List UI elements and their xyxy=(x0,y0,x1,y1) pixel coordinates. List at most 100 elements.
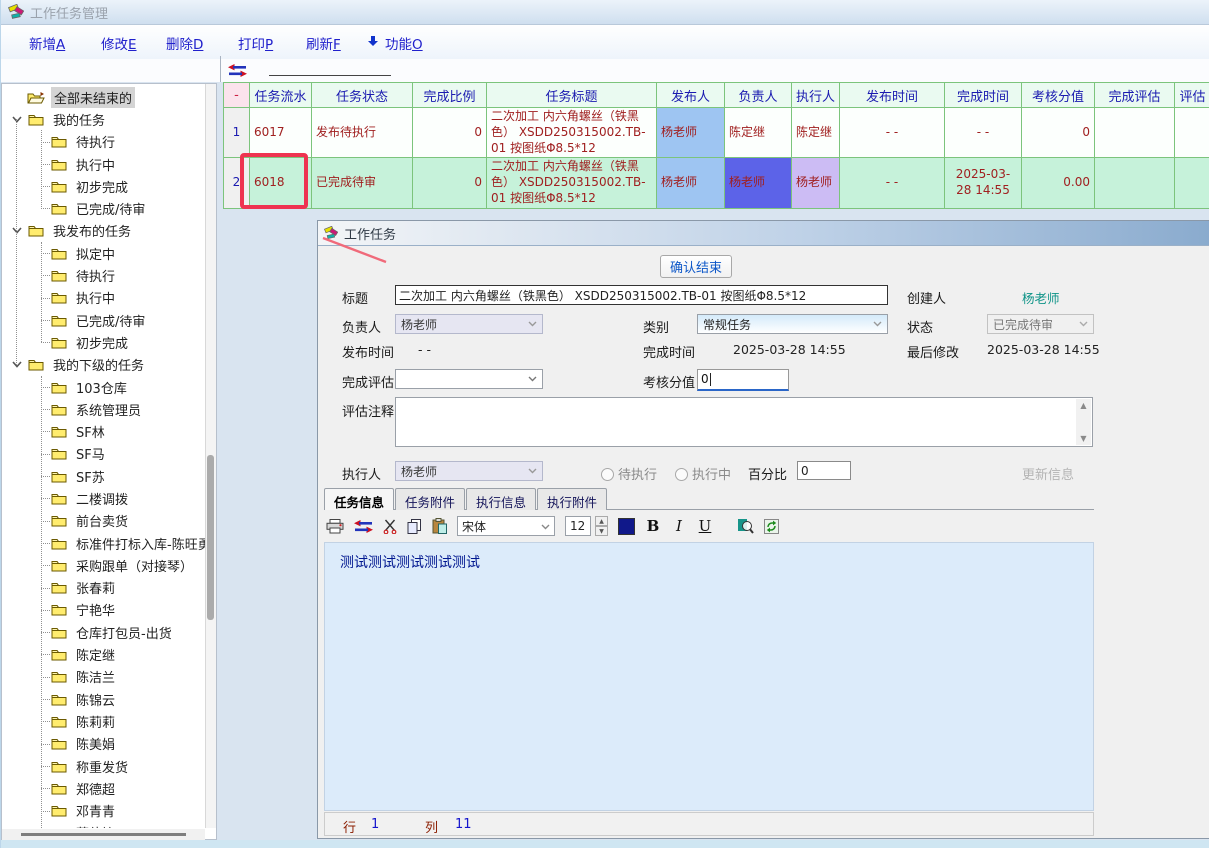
table-cell[interactable]: 二次加工 内六角螺丝（铁黑色） XSDD250315002.TB-01 按图纸Φ… xyxy=(487,158,657,208)
column-header[interactable]: 执行人 xyxy=(792,83,840,108)
tree-item[interactable]: 我的下级的任务 xyxy=(1,354,205,376)
edit-button[interactable]: 修改E xyxy=(101,33,137,53)
paste-icon[interactable] xyxy=(432,518,447,534)
table-cell[interactable]: - - xyxy=(840,108,945,158)
table-cell[interactable]: 陈定继 xyxy=(792,108,840,158)
cut-icon[interactable] xyxy=(383,519,397,534)
score-input[interactable]: 0 xyxy=(697,369,789,391)
tree-item[interactable]: SF林 xyxy=(1,420,205,442)
radio-pending[interactable]: 待执行 xyxy=(601,464,657,483)
tab-execution-info[interactable]: 执行信息 xyxy=(466,488,536,510)
font-size-input[interactable]: 12 xyxy=(565,516,591,536)
copy-icon[interactable] xyxy=(407,519,422,534)
font-size-spinner[interactable]: ▲▼ xyxy=(595,516,608,536)
column-header[interactable]: 任务状态 xyxy=(312,83,413,108)
scrollbar-up-icon[interactable]: ▲ xyxy=(1080,401,1086,410)
tree-item[interactable]: 陈洁兰 xyxy=(1,666,205,688)
table-cell[interactable]: 杨老师 xyxy=(657,158,725,208)
table-cell[interactable] xyxy=(1095,108,1175,158)
sidebar-horizontal-scrollbar-thumb[interactable] xyxy=(21,833,186,836)
tree-item[interactable]: 二楼调拨 xyxy=(1,487,205,509)
column-header[interactable]: 发布时间 xyxy=(840,83,945,108)
spinner-down-icon[interactable]: ▼ xyxy=(595,526,608,536)
category-combobox[interactable]: 常规任务 xyxy=(697,314,888,334)
chevron-down-icon[interactable] xyxy=(9,227,25,234)
sidebar-vertical-scrollbar-thumb[interactable] xyxy=(207,455,214,620)
tree-item[interactable]: 103仓库 xyxy=(1,376,205,398)
tree-item[interactable]: 邓青青 xyxy=(1,800,205,822)
tree-item[interactable]: 待执行 xyxy=(1,131,205,153)
swap-arrows-icon[interactable] xyxy=(228,62,247,81)
column-header[interactable]: 发布人 xyxy=(657,83,725,108)
tree-item[interactable]: 仓库打包员-出货 xyxy=(1,621,205,643)
percent-input[interactable] xyxy=(797,461,851,480)
add-button[interactable]: 新增A xyxy=(29,33,65,53)
bold-button[interactable]: B xyxy=(645,517,661,535)
tree-item[interactable]: 宁艳华 xyxy=(1,599,205,621)
table-cell[interactable] xyxy=(1175,158,1209,208)
table-cell[interactable]: 0 xyxy=(413,158,487,208)
update-info-button[interactable]: 更新信息 xyxy=(1022,464,1074,483)
tree-item[interactable]: 标准件打标入库-陈旺勇 xyxy=(1,532,205,554)
radio-circle-icon[interactable] xyxy=(675,468,688,481)
confirm-finish-button[interactable]: 确认结束 xyxy=(660,255,732,278)
italic-button[interactable]: I xyxy=(671,517,687,535)
swap-arrows-icon[interactable] xyxy=(354,520,373,533)
filter-field-underline[interactable] xyxy=(269,75,391,76)
owner-combobox[interactable]: 杨老师 xyxy=(395,314,543,334)
tree-item[interactable]: SF马 xyxy=(1,443,205,465)
table-cell[interactable] xyxy=(1175,108,1209,158)
column-header[interactable]: 负责人 xyxy=(725,83,792,108)
tree-item[interactable]: 系统管理员 xyxy=(1,398,205,420)
table-cell[interactable]: 发布待执行 xyxy=(312,108,413,158)
tree-item[interactable]: 前台卖货 xyxy=(1,510,205,532)
tree-item[interactable]: 初步完成 xyxy=(1,175,205,197)
tree-item[interactable]: 陈美娟 xyxy=(1,733,205,755)
function-menu-button[interactable]: 功能O xyxy=(385,33,423,53)
radio-running[interactable]: 执行中 xyxy=(675,464,731,483)
status-combobox[interactable]: 已完成待审 xyxy=(987,314,1094,334)
table-cell[interactable]: 0 xyxy=(413,108,487,158)
print-icon[interactable] xyxy=(326,519,344,534)
tree-item[interactable]: 拟定中 xyxy=(1,242,205,264)
tree-item[interactable]: 采购跟单（对接琴） xyxy=(1,554,205,576)
table-row[interactable]: 26018已完成待审0二次加工 内六角螺丝（铁黑色） XSDD250315002… xyxy=(224,158,1209,208)
column-header[interactable]: 任务流水 xyxy=(250,83,312,108)
function-down-arrow-icon[interactable] xyxy=(367,35,379,51)
editor-content[interactable]: 测试测试测试测试测试 xyxy=(324,542,1094,811)
table-row[interactable]: 16017发布待执行0二次加工 内六角螺丝（铁黑色） XSDD250315002… xyxy=(224,108,1209,158)
tab-task-info[interactable]: 任务信息 xyxy=(324,488,394,510)
column-header[interactable]: 完成评估 xyxy=(1095,83,1175,108)
tree-item[interactable]: 我的任务 xyxy=(1,108,205,130)
row-number-cell[interactable]: 1 xyxy=(224,108,250,158)
eval-combobox[interactable] xyxy=(395,369,543,389)
table-cell[interactable]: 二次加工 内六角螺丝（铁黑色） XSDD250315002.TB-01 按图纸Φ… xyxy=(487,108,657,158)
delete-button[interactable]: 删除D xyxy=(166,33,203,53)
table-cell[interactable]: 杨老师 xyxy=(725,158,792,208)
column-header[interactable]: 评估 xyxy=(1175,83,1209,108)
tree-item[interactable]: 陈定继 xyxy=(1,643,205,665)
column-header[interactable]: 考核分值 xyxy=(1022,83,1095,108)
tree-item[interactable]: 我发布的任务 xyxy=(1,220,205,242)
table-cell[interactable] xyxy=(1095,158,1175,208)
tree-item[interactable]: 待执行 xyxy=(1,264,205,286)
tab-task-attachments[interactable]: 任务附件 xyxy=(395,488,465,510)
tree-item[interactable]: SF苏 xyxy=(1,465,205,487)
table-cell[interactable]: 杨老师 xyxy=(792,158,840,208)
column-header[interactable]: - xyxy=(224,83,250,108)
column-header[interactable]: 完成时间 xyxy=(945,83,1022,108)
table-cell[interactable]: 6017 xyxy=(250,108,312,158)
textarea-scrollbar[interactable]: ▲▼ xyxy=(1076,399,1091,445)
dialog-titlebar[interactable]: 工作任务 xyxy=(318,221,1209,246)
radio-circle-icon[interactable] xyxy=(601,468,614,481)
table-cell[interactable]: - - xyxy=(945,108,1022,158)
note-textarea[interactable]: ▲▼ xyxy=(395,397,1093,447)
tree-item[interactable]: 全部未结束的 xyxy=(1,86,205,108)
column-header[interactable]: 完成比例 xyxy=(413,83,487,108)
table-cell[interactable]: 2025-03-28 14:55 xyxy=(945,158,1022,208)
tree-item[interactable]: 张春莉 xyxy=(1,577,205,599)
underline-button[interactable]: U xyxy=(697,517,713,535)
refresh-button[interactable]: 刷新F xyxy=(306,33,341,53)
tree-item[interactable]: 称重发货 xyxy=(1,755,205,777)
table-cell[interactable]: 0 xyxy=(1022,108,1095,158)
